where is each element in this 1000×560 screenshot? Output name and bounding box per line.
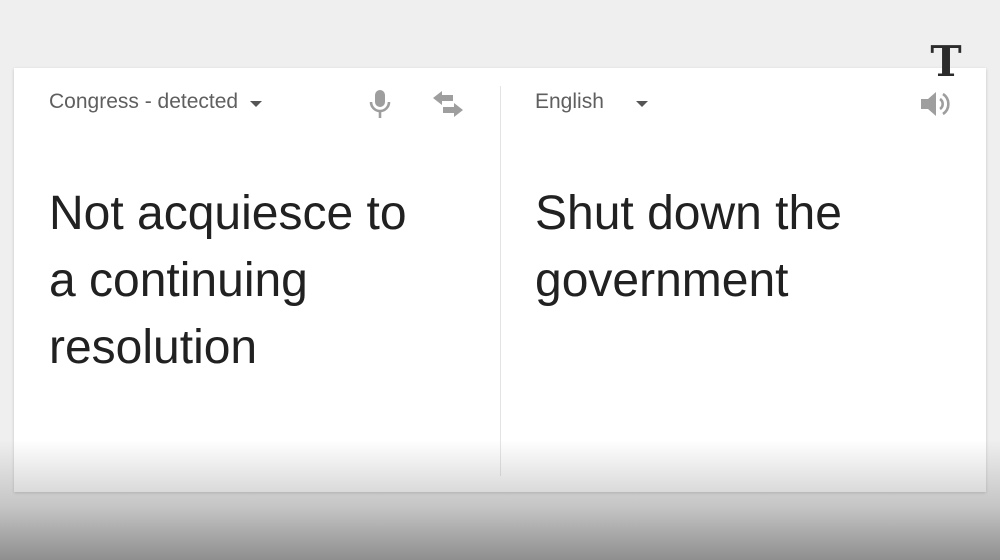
listen-button[interactable] <box>917 86 953 122</box>
target-language-select[interactable]: English <box>535 90 648 114</box>
microphone-button[interactable] <box>362 86 398 122</box>
source-text[interactable]: Not acquiesce to a continuing resolution <box>49 180 469 381</box>
source-text-line: resolution <box>49 321 258 374</box>
translation-card: Congress - detected Not acquiesce to a c… <box>14 68 986 492</box>
target-pane: English Shut down the government <box>501 68 986 492</box>
source-text-line: a continuing <box>49 254 308 307</box>
chevron-down-icon <box>250 101 263 107</box>
svg-text:T: T <box>930 38 961 82</box>
source-text-line: Not acquiesce to <box>49 187 407 240</box>
speaker-icon <box>921 92 950 116</box>
chevron-down-icon <box>635 101 648 107</box>
source-language-label: Congress - detected <box>49 90 239 113</box>
translated-text-line: Shut down the <box>535 187 842 240</box>
swap-languages-icon <box>433 91 463 117</box>
target-language-label: English <box>535 90 604 113</box>
translated-text: Shut down the government <box>535 180 955 314</box>
source-language-select[interactable]: Congress - detected <box>49 90 263 114</box>
source-pane: Congress - detected Not acquiesce to a c… <box>14 68 500 492</box>
nyt-logo-icon: T <box>930 38 961 82</box>
swap-languages-button[interactable] <box>430 86 466 122</box>
microphone-icon <box>369 90 391 118</box>
translated-text-line: government <box>535 254 789 307</box>
